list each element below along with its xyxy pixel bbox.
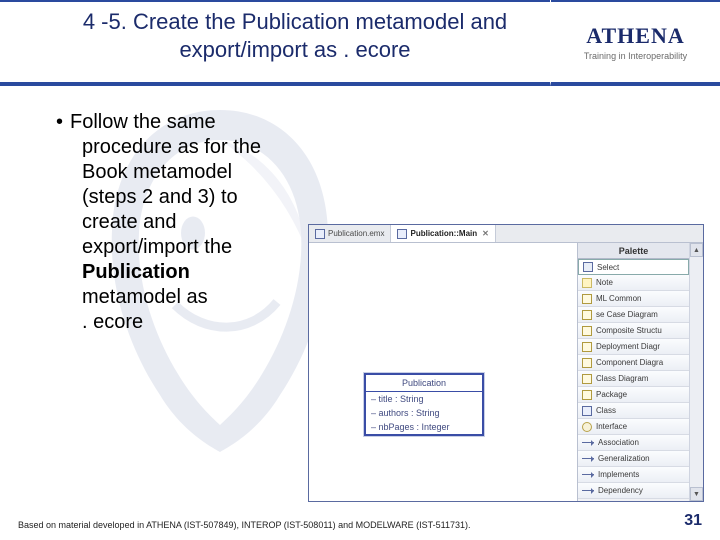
uml-class-publication[interactable]: Publication – title : String – authors :… [364, 373, 484, 436]
scroll-track[interactable] [690, 257, 703, 487]
folder-icon [582, 294, 592, 304]
palette-association[interactable]: Association [578, 435, 689, 451]
palette-component[interactable]: Component Diagra [578, 355, 689, 371]
palette-common[interactable]: ML Common [578, 291, 689, 307]
bullet-text: •Follow the same procedure as for the Bo… [56, 110, 326, 335]
footer-credit: Based on material developed in ATHENA (I… [18, 520, 471, 530]
tab-label: Publication.emx [328, 229, 384, 238]
uml-class-name: Publication [366, 375, 482, 392]
palette-deployment[interactable]: Deployment Diagr [578, 339, 689, 355]
scroll-up-button[interactable]: ▲ [690, 243, 703, 257]
vertical-scrollbar[interactable]: ▲ ▼ [689, 243, 703, 501]
palette-generalization[interactable]: Generalization [578, 451, 689, 467]
palette-dependency[interactable]: Dependency [578, 483, 689, 499]
association-icon [582, 442, 594, 443]
slide-footer: Based on material developed in ATHENA (I… [0, 512, 720, 530]
palette-header: Palette [578, 243, 689, 259]
uml-attr: – nbPages : Integer [366, 420, 482, 434]
folder-icon [582, 326, 592, 336]
file-icon [315, 229, 325, 239]
folder-icon [582, 374, 592, 384]
ide-screenshot: Publication.emx Publication::Main ✕ Publ… [308, 224, 704, 502]
palette-panel: Palette Select Note ML Common se Case Di… [577, 243, 689, 501]
tab-publication-emx[interactable]: Publication.emx [309, 225, 391, 242]
generalization-icon [582, 458, 594, 459]
editor-tab-bar: Publication.emx Publication::Main ✕ [309, 225, 703, 243]
diagram-icon [397, 229, 407, 239]
palette-classdgm[interactable]: Class Diagram [578, 371, 689, 387]
folder-icon [582, 310, 592, 320]
close-icon[interactable]: ✕ [482, 229, 489, 238]
page-number: 31 [684, 512, 702, 530]
dependency-icon [582, 490, 594, 491]
tab-publication-main[interactable]: Publication::Main ✕ [391, 225, 495, 242]
uml-attr: – title : String [366, 392, 482, 406]
brand-name: ATHENA [586, 23, 685, 49]
folder-icon [582, 358, 592, 368]
palette-implements[interactable]: Implements [578, 467, 689, 483]
palette-usecase[interactable]: se Case Diagram [578, 307, 689, 323]
implements-icon [582, 474, 594, 475]
uml-attr: – authors : String [366, 406, 482, 420]
folder-icon [582, 342, 592, 352]
slide-header: 4 -5. Create the Publication metamodel a… [0, 0, 720, 86]
palette-select[interactable]: Select [578, 259, 689, 275]
note-icon [582, 278, 592, 288]
brand-tagline: Training in Interoperability [584, 51, 687, 61]
palette-note[interactable]: Note [578, 275, 689, 291]
tab-label: Publication::Main [410, 229, 477, 238]
palette-interface[interactable]: Interface [578, 419, 689, 435]
slide-title: 4 -5. Create the Publication metamodel a… [50, 8, 540, 63]
interface-icon [582, 422, 592, 432]
palette-package[interactable]: Package [578, 387, 689, 403]
brand-block: ATHENA Training in Interoperability [550, 0, 720, 86]
cursor-icon [583, 262, 593, 272]
palette-class[interactable]: Class [578, 403, 689, 419]
scroll-down-button[interactable]: ▼ [690, 487, 703, 501]
diagram-canvas[interactable]: Publication – title : String – authors :… [309, 243, 577, 501]
class-icon [582, 406, 592, 416]
package-icon [582, 390, 592, 400]
palette-composite[interactable]: Composite Structu [578, 323, 689, 339]
